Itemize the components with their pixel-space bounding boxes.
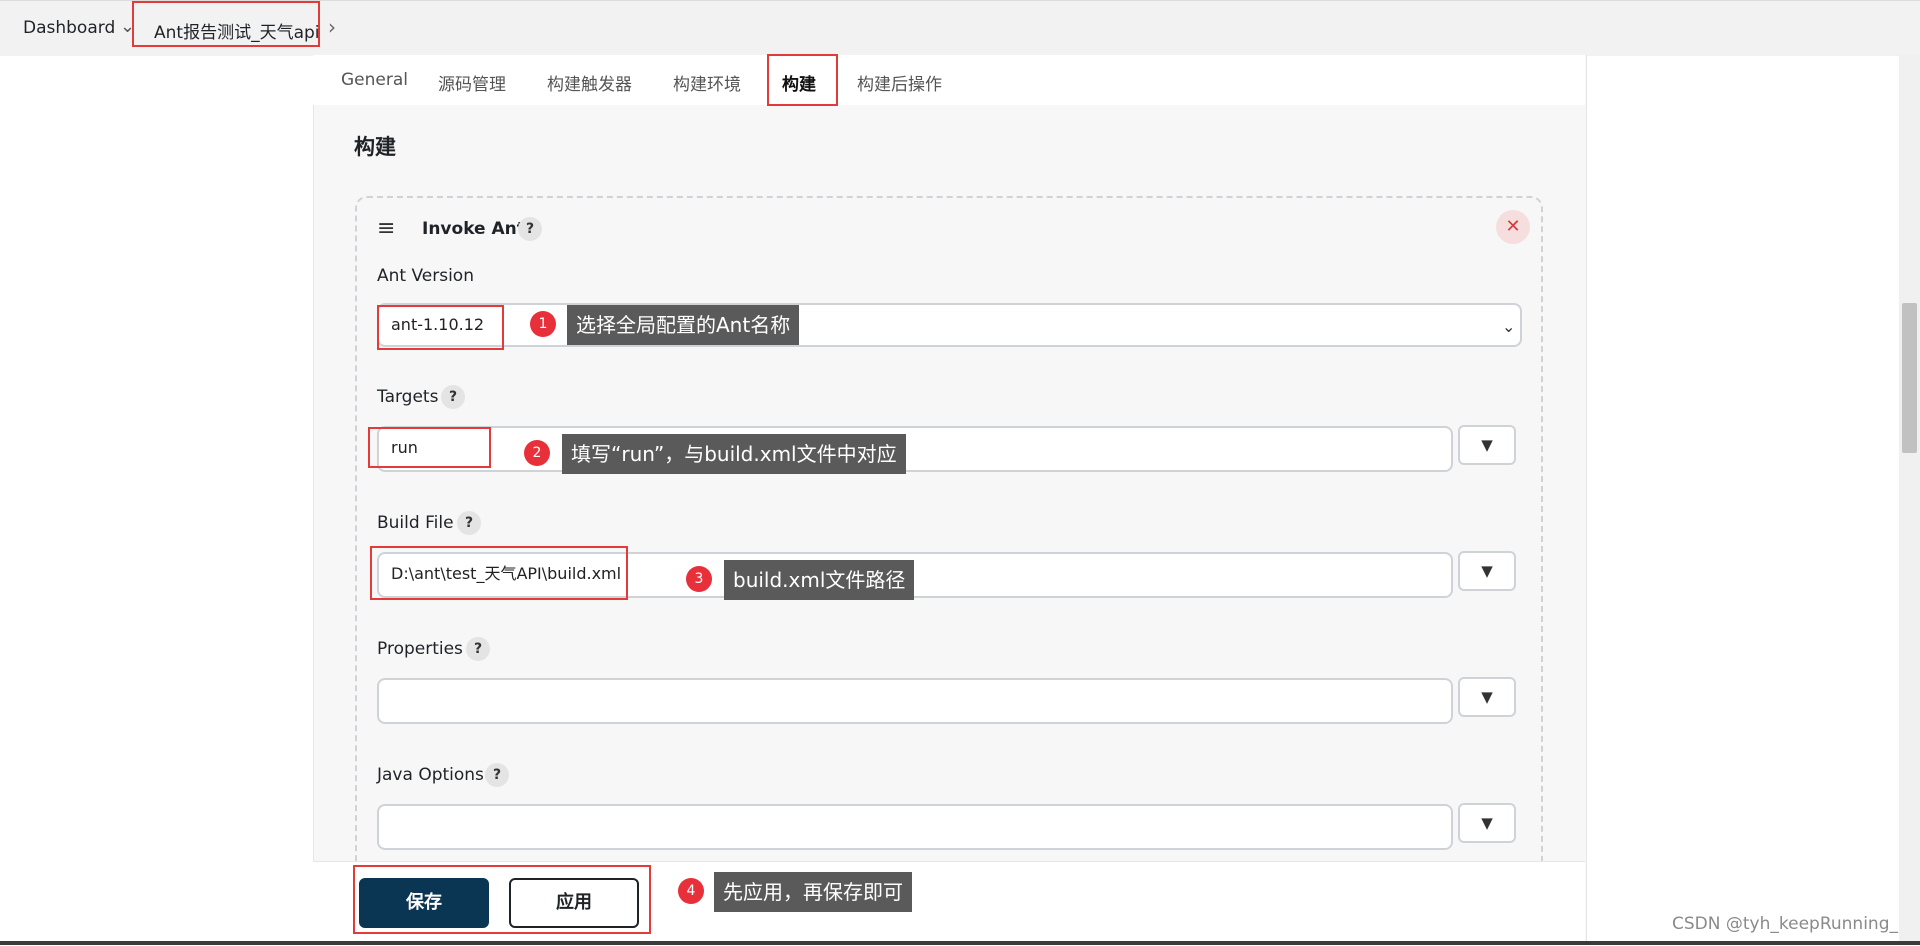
annotation-box-buttons (353, 865, 651, 934)
tab-environment[interactable]: 构建环境 (673, 70, 741, 95)
scrollbar-thumb[interactable] (1902, 303, 1917, 453)
help-icon[interactable]: ? (457, 511, 481, 535)
watermark: CSDN @tyh_keepRunning_ (1672, 914, 1898, 934)
annotation-number: 3 (686, 566, 712, 592)
properties-input[interactable] (377, 678, 1453, 724)
build-file-label: Build File (377, 513, 454, 533)
section-title: 构建 (354, 135, 396, 159)
annotation-box-targets (368, 427, 491, 468)
card-title: Invoke Ant (422, 219, 525, 239)
scrollbar-track[interactable] (1899, 55, 1920, 945)
chevron-down-icon[interactable]: ⌄ (1502, 317, 1515, 336)
drag-handle-icon[interactable]: ≡ (377, 218, 395, 240)
help-icon[interactable]: ? (485, 763, 509, 787)
java-options-dropdown-button[interactable]: ▼ (1458, 803, 1516, 843)
tab-post-build[interactable]: 构建后操作 (857, 70, 942, 95)
annotation-tip: 选择全局配置的Ant名称 (567, 305, 800, 345)
java-options-label: Java Options (377, 765, 484, 785)
annotation-number: 2 (524, 440, 550, 466)
annotation-number: 1 (530, 311, 556, 337)
annotation-box-ant-version (377, 305, 504, 350)
targets-label: Targets (377, 387, 439, 407)
annotation-box-build-file (370, 546, 628, 600)
java-options-input[interactable] (377, 804, 1453, 850)
annotation-box-build-tab (767, 54, 838, 106)
properties-label: Properties (377, 639, 463, 659)
tab-general[interactable]: General (341, 70, 408, 90)
tab-triggers[interactable]: 构建触发器 (547, 70, 632, 95)
help-icon[interactable]: ? (518, 217, 542, 241)
bottom-strip (0, 941, 1920, 945)
build-file-dropdown-button[interactable]: ▼ (1458, 551, 1516, 591)
close-icon[interactable]: ✕ (1496, 210, 1530, 244)
tab-scm[interactable]: 源码管理 (438, 70, 506, 95)
help-icon[interactable]: ? (466, 637, 490, 661)
annotation-tip: 填写“run”，与build.xml文件中对应 (562, 434, 906, 474)
properties-dropdown-button[interactable]: ▼ (1458, 677, 1516, 717)
ant-version-label: Ant Version (377, 266, 474, 286)
help-icon[interactable]: ? (441, 385, 465, 409)
breadcrumb-dashboard[interactable]: Dashboard (23, 18, 115, 38)
annotation-tip: build.xml文件路径 (724, 560, 915, 600)
annotation-tip: 先应用，再保存即可 (714, 872, 912, 912)
annotation-box-job (132, 1, 320, 47)
chevron-right-icon[interactable]: › (328, 15, 336, 39)
targets-dropdown-button[interactable]: ▼ (1458, 425, 1516, 465)
annotation-number: 4 (678, 878, 704, 904)
